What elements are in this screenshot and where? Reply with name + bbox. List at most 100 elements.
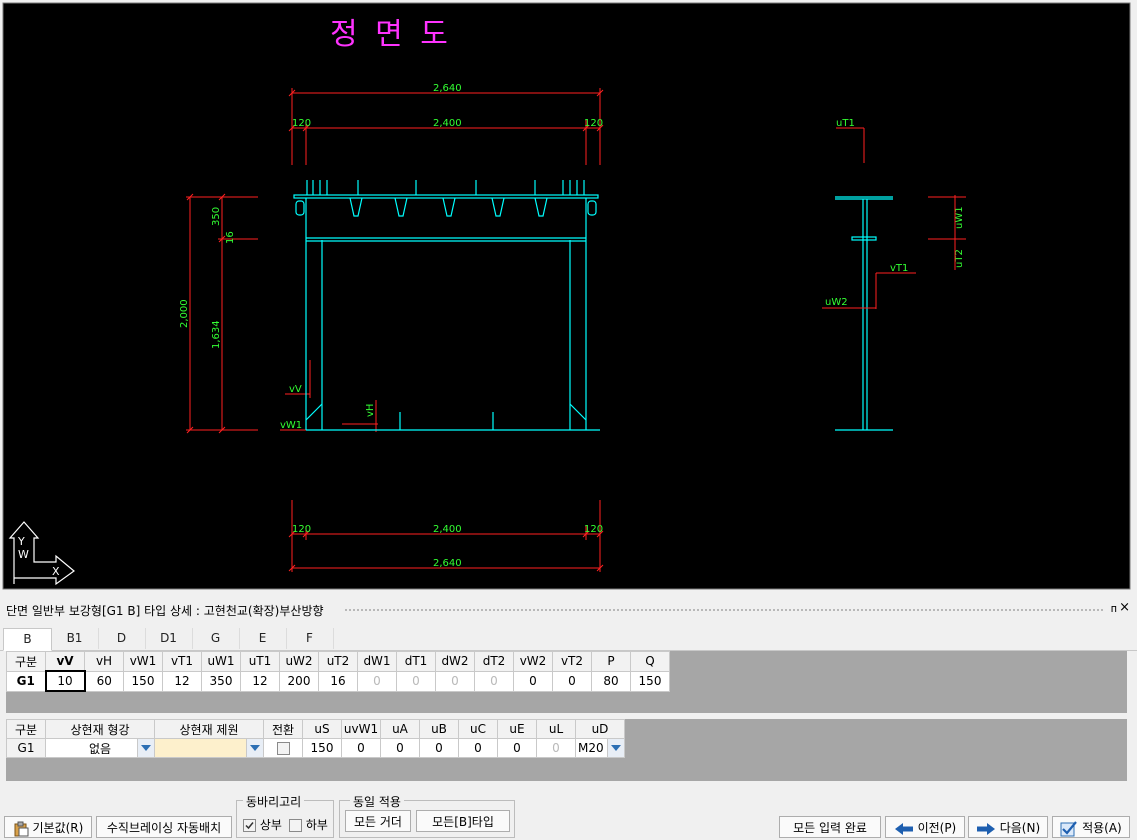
chevron-down-icon[interactable] [137, 739, 154, 757]
grid1-header: vW2 [513, 651, 553, 672]
cell-dT1: 0 [396, 670, 436, 692]
dim-bot-mid: 2,400 [433, 524, 462, 535]
grid2-header: 구분 [6, 719, 46, 739]
grid2-header: uA [380, 719, 420, 739]
cell-uvW1[interactable]: 0 [341, 738, 381, 758]
next-button-label: 다음(N) [999, 821, 1041, 835]
axis-label-w: W [18, 548, 29, 561]
prev-button[interactable]: 이전(P) [885, 816, 965, 838]
check-icon [1060, 820, 1078, 836]
dim-bot-left: 120 [292, 524, 311, 535]
clipboard-icon [14, 821, 29, 836]
dim-bot-total: 2,640 [433, 558, 462, 569]
shape-value: 없음 [88, 741, 112, 756]
apply-button[interactable]: 적용(A) [1052, 816, 1130, 838]
checkbox-icon[interactable] [289, 819, 302, 832]
tab-g[interactable]: G [192, 628, 240, 649]
dim-h-total: 2,000 [179, 299, 190, 328]
close-icon[interactable]: × [1119, 600, 1130, 615]
prev-button-label: 이전(P) [917, 821, 957, 835]
chevron-down-icon[interactable] [246, 739, 263, 757]
cell-vT1[interactable]: 12 [162, 670, 202, 692]
cell-uW2[interactable]: 200 [279, 670, 319, 692]
same-apply-legend: 동일 적용 [350, 793, 404, 810]
label-vT1: vT1 [890, 263, 908, 274]
label-vV: vV [289, 384, 302, 395]
cell-P[interactable]: 80 [591, 670, 631, 692]
cell-uC[interactable]: 0 [458, 738, 498, 758]
label-uW2: uW2 [825, 297, 848, 308]
check-icon[interactable] [243, 819, 256, 832]
auto-brace-button[interactable]: 수직브레이싱 자동배치 [96, 816, 232, 838]
shape-dropdown[interactable]: 없음 [45, 738, 155, 758]
cell-vH[interactable]: 60 [84, 670, 124, 692]
chevron-down-icon[interactable] [607, 739, 624, 757]
cell-vW2[interactable]: 0 [513, 670, 553, 692]
cell-uT2[interactable]: 16 [318, 670, 358, 692]
spec-dropdown[interactable] [154, 738, 264, 758]
grid2-header: uD [575, 719, 625, 739]
label-uT1: uT1 [836, 118, 855, 129]
dim-h-flange: 16 [225, 231, 236, 244]
grid2-header: uvW1 [341, 719, 381, 739]
dim-top-left: 120 [292, 118, 311, 129]
tab-b[interactable]: B [3, 628, 52, 651]
cell-vV[interactable]: 10 [44, 670, 86, 692]
tab-d[interactable]: D [98, 628, 146, 649]
grid1-header: uT2 [318, 651, 358, 672]
tab-e[interactable]: E [239, 628, 287, 649]
upper-checkbox[interactable]: 상부 [243, 816, 282, 833]
cell-uE[interactable]: 0 [497, 738, 537, 758]
uD-dropdown[interactable]: M20 [575, 738, 625, 758]
cell-dT2: 0 [474, 670, 514, 692]
lower-checkbox[interactable]: 하부 [289, 816, 328, 833]
dimension-grid: 구분 vV vH vW1 vT1 uW1 uT1 uW2 uT2 dW1 dT1… [6, 651, 1127, 713]
cell-vT2[interactable]: 0 [552, 670, 592, 692]
lower-checkbox-label: 하부 [305, 818, 328, 832]
cell-vW1[interactable]: 150 [123, 670, 163, 692]
panel-title: 단면 일반부 보강형[G1 B] 타입 상세 : 고현천교(확장)부산방향 [6, 604, 324, 618]
tab-f[interactable]: F [286, 628, 334, 649]
grid1-header: dW2 [435, 651, 475, 672]
all-btype-button[interactable]: 모든[B]타입 [416, 810, 510, 832]
axis-label-x: X [52, 565, 60, 578]
upper-chord-grid: 구분 상현재 형강 상현재 제원 전환 uS uvW1 uA uB uC uE … [6, 719, 1127, 781]
grid1-header: 구분 [6, 651, 46, 672]
arrow-right-icon [976, 822, 995, 835]
hook-group-legend: 동바리고리 [243, 793, 305, 810]
all-girder-button[interactable]: 모든 거더 [345, 810, 411, 832]
tab-d1[interactable]: D1 [145, 628, 193, 649]
tab-b1[interactable]: B1 [51, 628, 99, 649]
checkbox-icon[interactable] [276, 742, 290, 755]
pin-icon[interactable]: ᴨ [1111, 602, 1117, 615]
bottom-toolbar: 기본값(R) 수직브레이싱 자동배치 동바리고리 상부 하부 동일 적용 모든 … [0, 788, 1137, 840]
row-label: G1 [6, 738, 46, 758]
grid1-header: dT1 [396, 651, 436, 672]
cell-uW1[interactable]: 350 [201, 670, 241, 692]
cell-uL: 0 [536, 738, 576, 758]
grid1-header: dW1 [357, 651, 397, 672]
cell-uB[interactable]: 0 [419, 738, 459, 758]
apply-button-label: 적용(A) [1082, 821, 1122, 835]
panel-title-bar: 단면 일반부 보강형[G1 B] 타입 상세 : 고현천교(확장)부산방향 ᴨ … [0, 600, 1137, 620]
table-row: G1 10 60 150 12 350 12 200 16 0 0 0 0 0 … [6, 670, 670, 692]
grid1-header: uW2 [279, 651, 319, 672]
grid1-header: uW1 [201, 651, 241, 672]
grid2-header: 전환 [263, 719, 303, 739]
complete-all-button[interactable]: 모든 입력 완료 [779, 816, 881, 838]
row-label: G1 [6, 670, 46, 692]
grid1-header: vW1 [123, 651, 163, 672]
grid1-header: vH [84, 651, 124, 672]
grid1-header: vT2 [552, 651, 592, 672]
next-button[interactable]: 다음(N) [968, 816, 1048, 838]
label-uT2: uT2 [954, 249, 965, 268]
cell-uA[interactable]: 0 [380, 738, 420, 758]
dim-top-mid: 2,400 [433, 118, 462, 129]
cell-uT1[interactable]: 12 [240, 670, 280, 692]
cell-uS[interactable]: 150 [302, 738, 342, 758]
label-vH: vH [365, 404, 376, 417]
default-button[interactable]: 기본값(R) [4, 816, 92, 838]
cell-Q[interactable]: 150 [630, 670, 670, 692]
cad-viewport[interactable]: 정 면 도 2,640 120 2,400 120 120 2,400 120 … [0, 0, 1137, 593]
toggle-checkbox[interactable] [263, 738, 303, 758]
